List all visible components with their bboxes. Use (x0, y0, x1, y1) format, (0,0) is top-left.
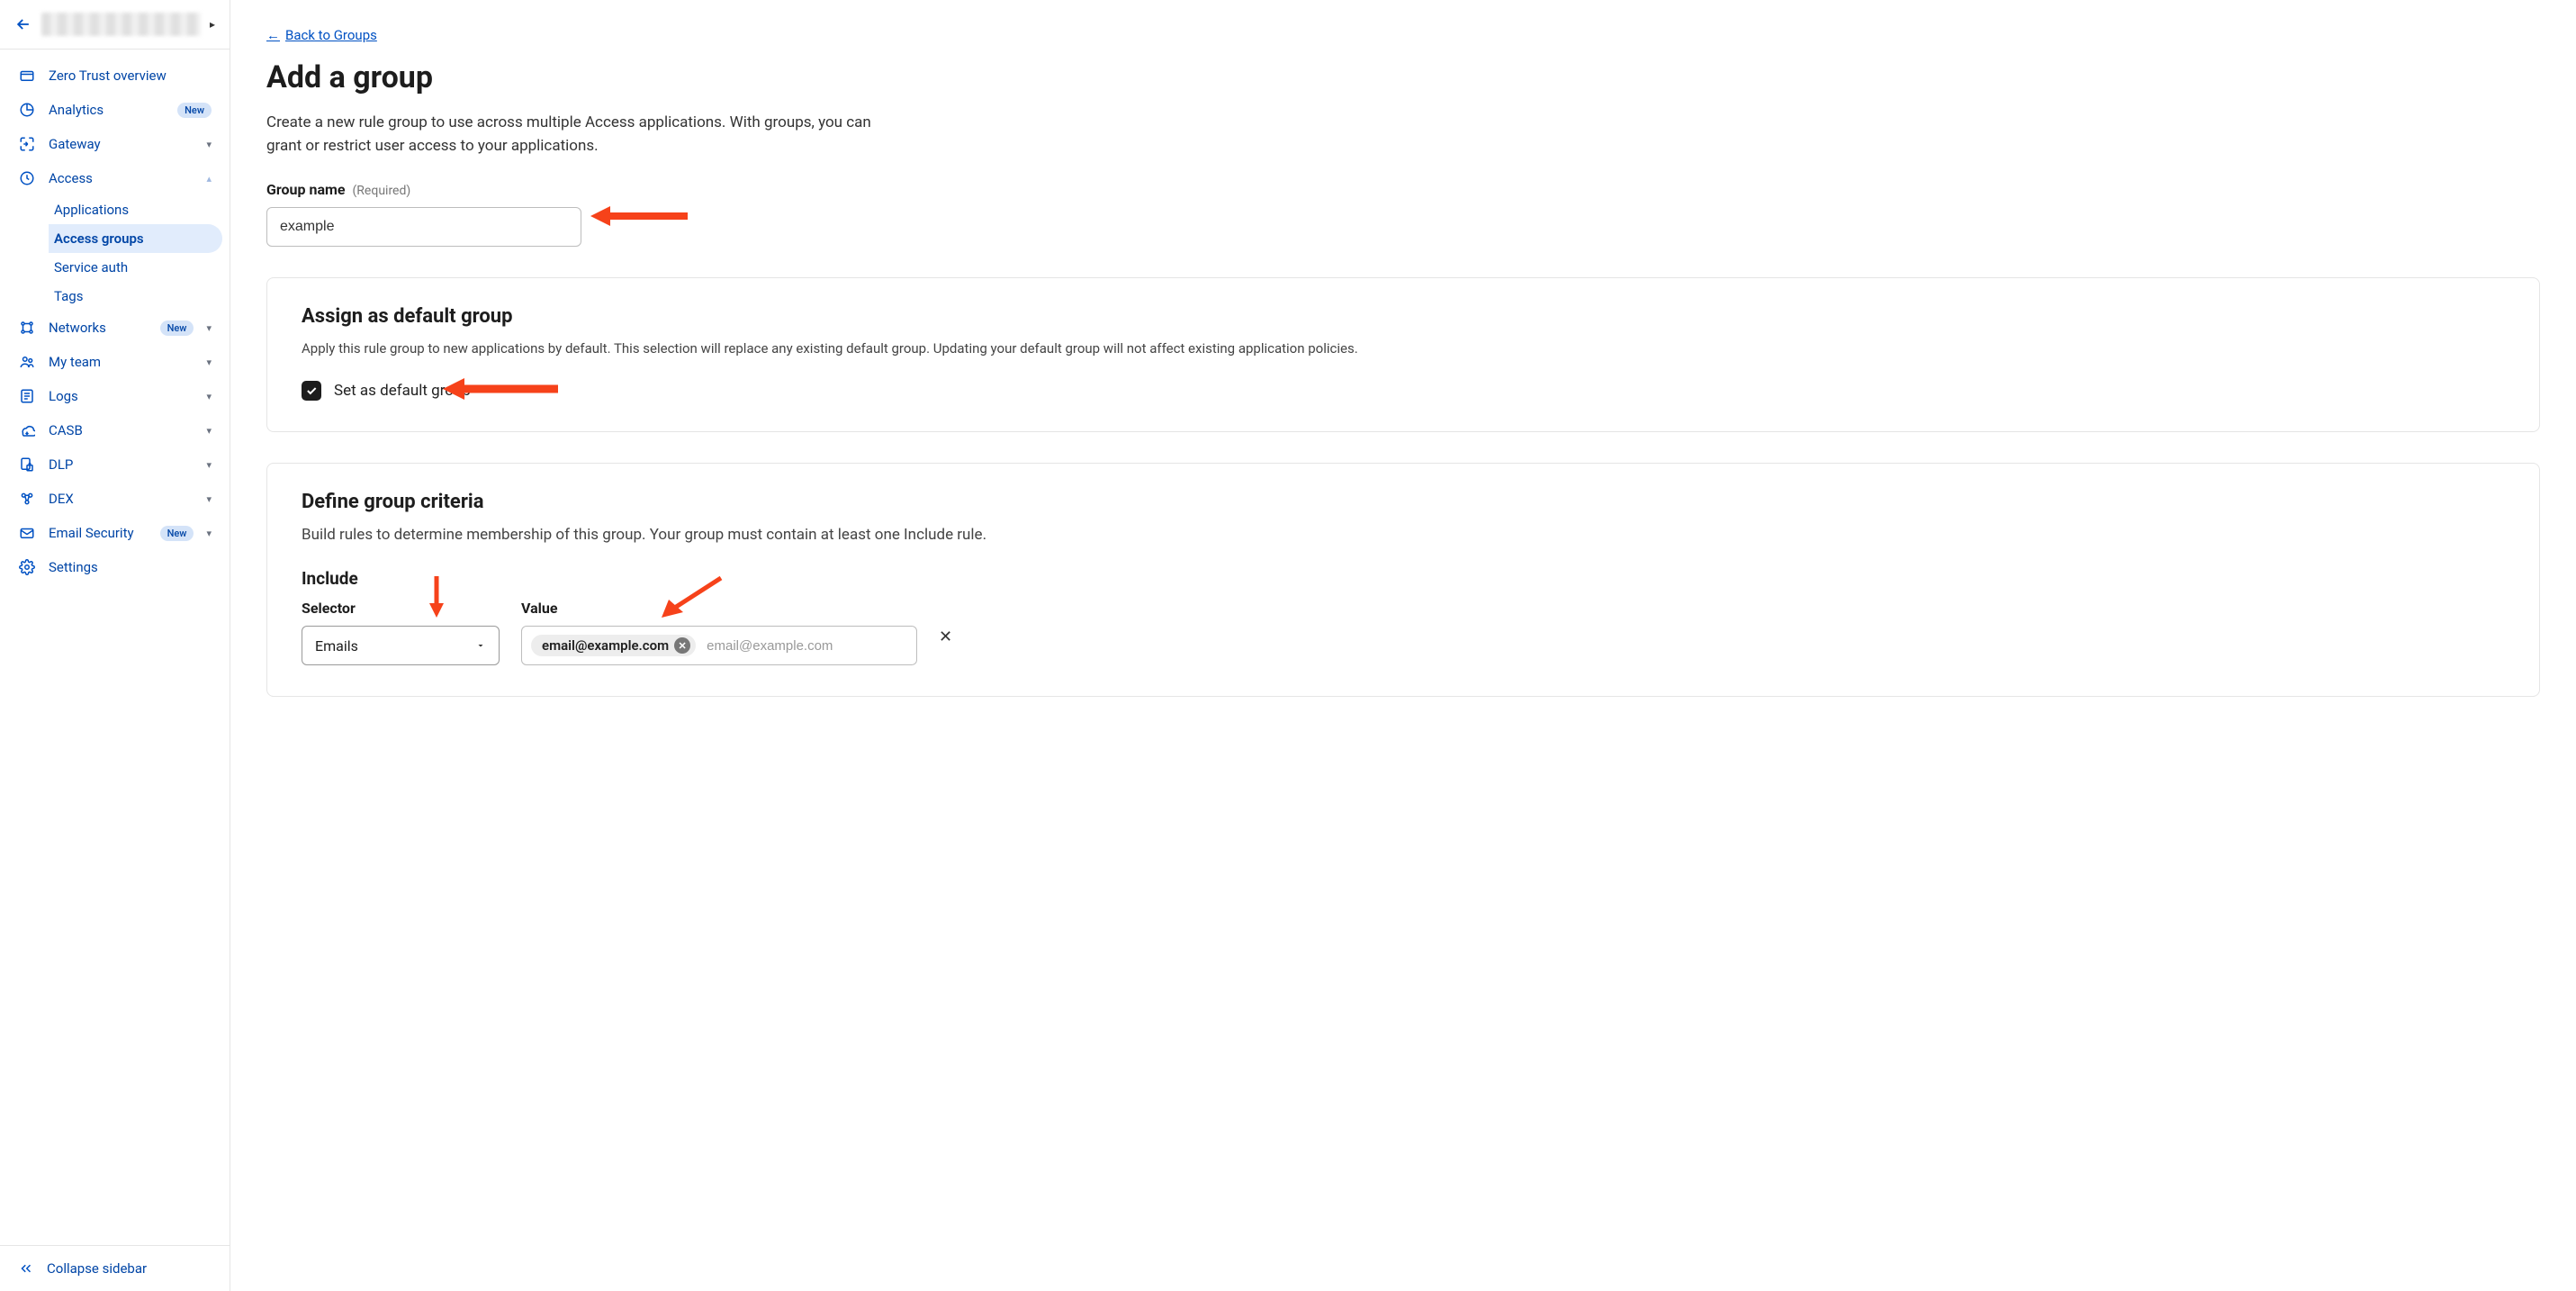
new-badge: New (177, 103, 212, 118)
default-group-checkbox-row: Set as default group (302, 381, 2505, 401)
default-group-description: Apply this rule group to new application… (302, 339, 2505, 359)
chevron-up-icon: ▴ (206, 173, 212, 185)
collapse-icon (18, 1260, 34, 1277)
sidebar-item-email-security[interactable]: Email Security New ▾ (0, 516, 230, 550)
new-badge: New (160, 320, 194, 336)
sidebar-item-label: DLP (49, 456, 194, 473)
sidebar-sub-items: ApplicationsAccess groupsService authTag… (0, 195, 230, 311)
access-icon (18, 169, 36, 187)
caret-right-icon: ▸ (210, 18, 215, 31)
email-icon (18, 524, 36, 542)
default-group-card: Assign as default group Apply this rule … (266, 277, 2540, 432)
default-group-heading: Assign as default group (302, 305, 2505, 328)
sidebar-item-label: Zero Trust overview (49, 68, 212, 84)
group-name-field: Group name (Required) (266, 181, 2540, 247)
sidebar-subitem-service-auth[interactable]: Service auth (49, 253, 222, 282)
selector-value: Emails (315, 637, 358, 655)
back-to-groups-link[interactable]: ← Back to Groups (266, 27, 377, 43)
sidebar-item-label: My team (49, 354, 194, 370)
value-chip: email@example.com ✕ (531, 635, 696, 656)
sidebar-item-label: DEX (49, 491, 194, 507)
team-icon (18, 353, 36, 371)
page-title: Add a group (266, 59, 2540, 95)
value-text-input[interactable] (703, 635, 907, 657)
include-heading: Include (302, 568, 2505, 589)
chevron-down-icon: ▾ (206, 493, 212, 505)
account-switcher-redacted[interactable] (41, 13, 201, 36)
chevron-down-icon: ▾ (206, 528, 212, 539)
chevron-down-icon: ▾ (206, 357, 212, 368)
arrow-left-icon: ← (266, 27, 280, 43)
selector-label: Selector (302, 600, 500, 617)
main-content: ← Back to Groups Add a group Create a ne… (230, 0, 2576, 1291)
sidebar-item-label: Gateway (49, 136, 194, 152)
chevron-down-icon (475, 640, 486, 651)
chevron-down-icon: ▾ (206, 459, 212, 471)
set-default-checkbox-label: Set as default group (334, 382, 471, 400)
logs-icon (18, 387, 36, 405)
sidebar-subitem-tags[interactable]: Tags (49, 282, 222, 311)
sidebar-item-settings[interactable]: Settings (0, 550, 230, 584)
sidebar-item-label: Access (49, 170, 194, 186)
value-input-container[interactable]: email@example.com ✕ (521, 626, 917, 665)
required-hint: (Required) (353, 184, 411, 198)
set-default-checkbox[interactable] (302, 381, 321, 401)
sidebar-header: ▸ (0, 0, 230, 50)
sidebar: ▸ Zero Trust overview Analytics New Gateway… (0, 0, 230, 1291)
sidebar-item-label: CASB (49, 422, 194, 438)
chevron-down-icon: ▾ (206, 425, 212, 437)
chevron-down-icon: ▾ (206, 391, 212, 402)
overview-icon (18, 67, 36, 85)
sidebar-item-networks[interactable]: Networks New ▾ (0, 311, 230, 345)
annotation-arrow-icon (590, 203, 689, 230)
sidebar-item-label: Analytics (49, 102, 165, 118)
value-chip-label: email@example.com (542, 637, 669, 654)
chevron-down-icon: ▾ (206, 322, 212, 334)
selector-dropdown[interactable]: Emails (302, 626, 500, 665)
criteria-heading: Define group criteria (302, 491, 2505, 513)
sidebar-item-casb[interactable]: CASB ▾ (0, 413, 230, 447)
criteria-card: Define group criteria Build rules to det… (266, 463, 2540, 698)
sidebar-item-access[interactable]: Access ▴ (0, 161, 230, 195)
sidebar-item-gateway[interactable]: Gateway ▾ (0, 127, 230, 161)
remove-rule-button[interactable]: ✕ (939, 618, 958, 646)
sidebar-item-label: Email Security (49, 525, 148, 541)
criteria-description: Build rules to determine membership of t… (302, 524, 2505, 547)
casb-icon (18, 421, 36, 439)
value-label: Value (521, 600, 917, 617)
networks-icon (18, 319, 36, 337)
sidebar-item-dex[interactable]: DEX ▾ (0, 482, 230, 516)
sidebar-item-label: Networks (49, 320, 148, 336)
sidebar-item-logs[interactable]: Logs ▾ (0, 379, 230, 413)
page-description: Create a new rule group to use across mu… (266, 112, 887, 158)
group-name-label: Group name (Required) (266, 181, 410, 198)
collapse-sidebar-label: Collapse sidebar (47, 1260, 147, 1277)
collapse-sidebar-button[interactable]: Collapse sidebar (0, 1245, 230, 1291)
back-link-label: Back to Groups (285, 27, 377, 43)
sidebar-subitem-applications[interactable]: Applications (49, 195, 222, 224)
sidebar-item-label: Logs (49, 388, 194, 404)
chevron-down-icon: ▾ (206, 139, 212, 150)
sidebar-nav: Zero Trust overview Analytics New Gateway ▾ A… (0, 50, 230, 1245)
gateway-icon (18, 135, 36, 153)
sidebar-item-my-team[interactable]: My team ▾ (0, 345, 230, 379)
new-badge: New (160, 526, 194, 541)
remove-chip-icon[interactable]: ✕ (674, 637, 690, 654)
sidebar-subitem-access-groups[interactable]: Access groups (49, 224, 222, 253)
group-name-input[interactable] (266, 207, 581, 247)
back-arrow-icon[interactable] (14, 15, 32, 33)
sidebar-item-zero-trust-overview[interactable]: Zero Trust overview (0, 59, 230, 93)
dlp-icon (18, 456, 36, 474)
sidebar-item-label: Settings (49, 559, 212, 575)
sidebar-item-dlp[interactable]: DLP ▾ (0, 447, 230, 482)
include-rule-row: Selector Emails (302, 600, 2505, 665)
settings-icon (18, 558, 36, 576)
sidebar-item-analytics[interactable]: Analytics New (0, 93, 230, 127)
analytics-icon (18, 101, 36, 119)
dex-icon (18, 490, 36, 508)
